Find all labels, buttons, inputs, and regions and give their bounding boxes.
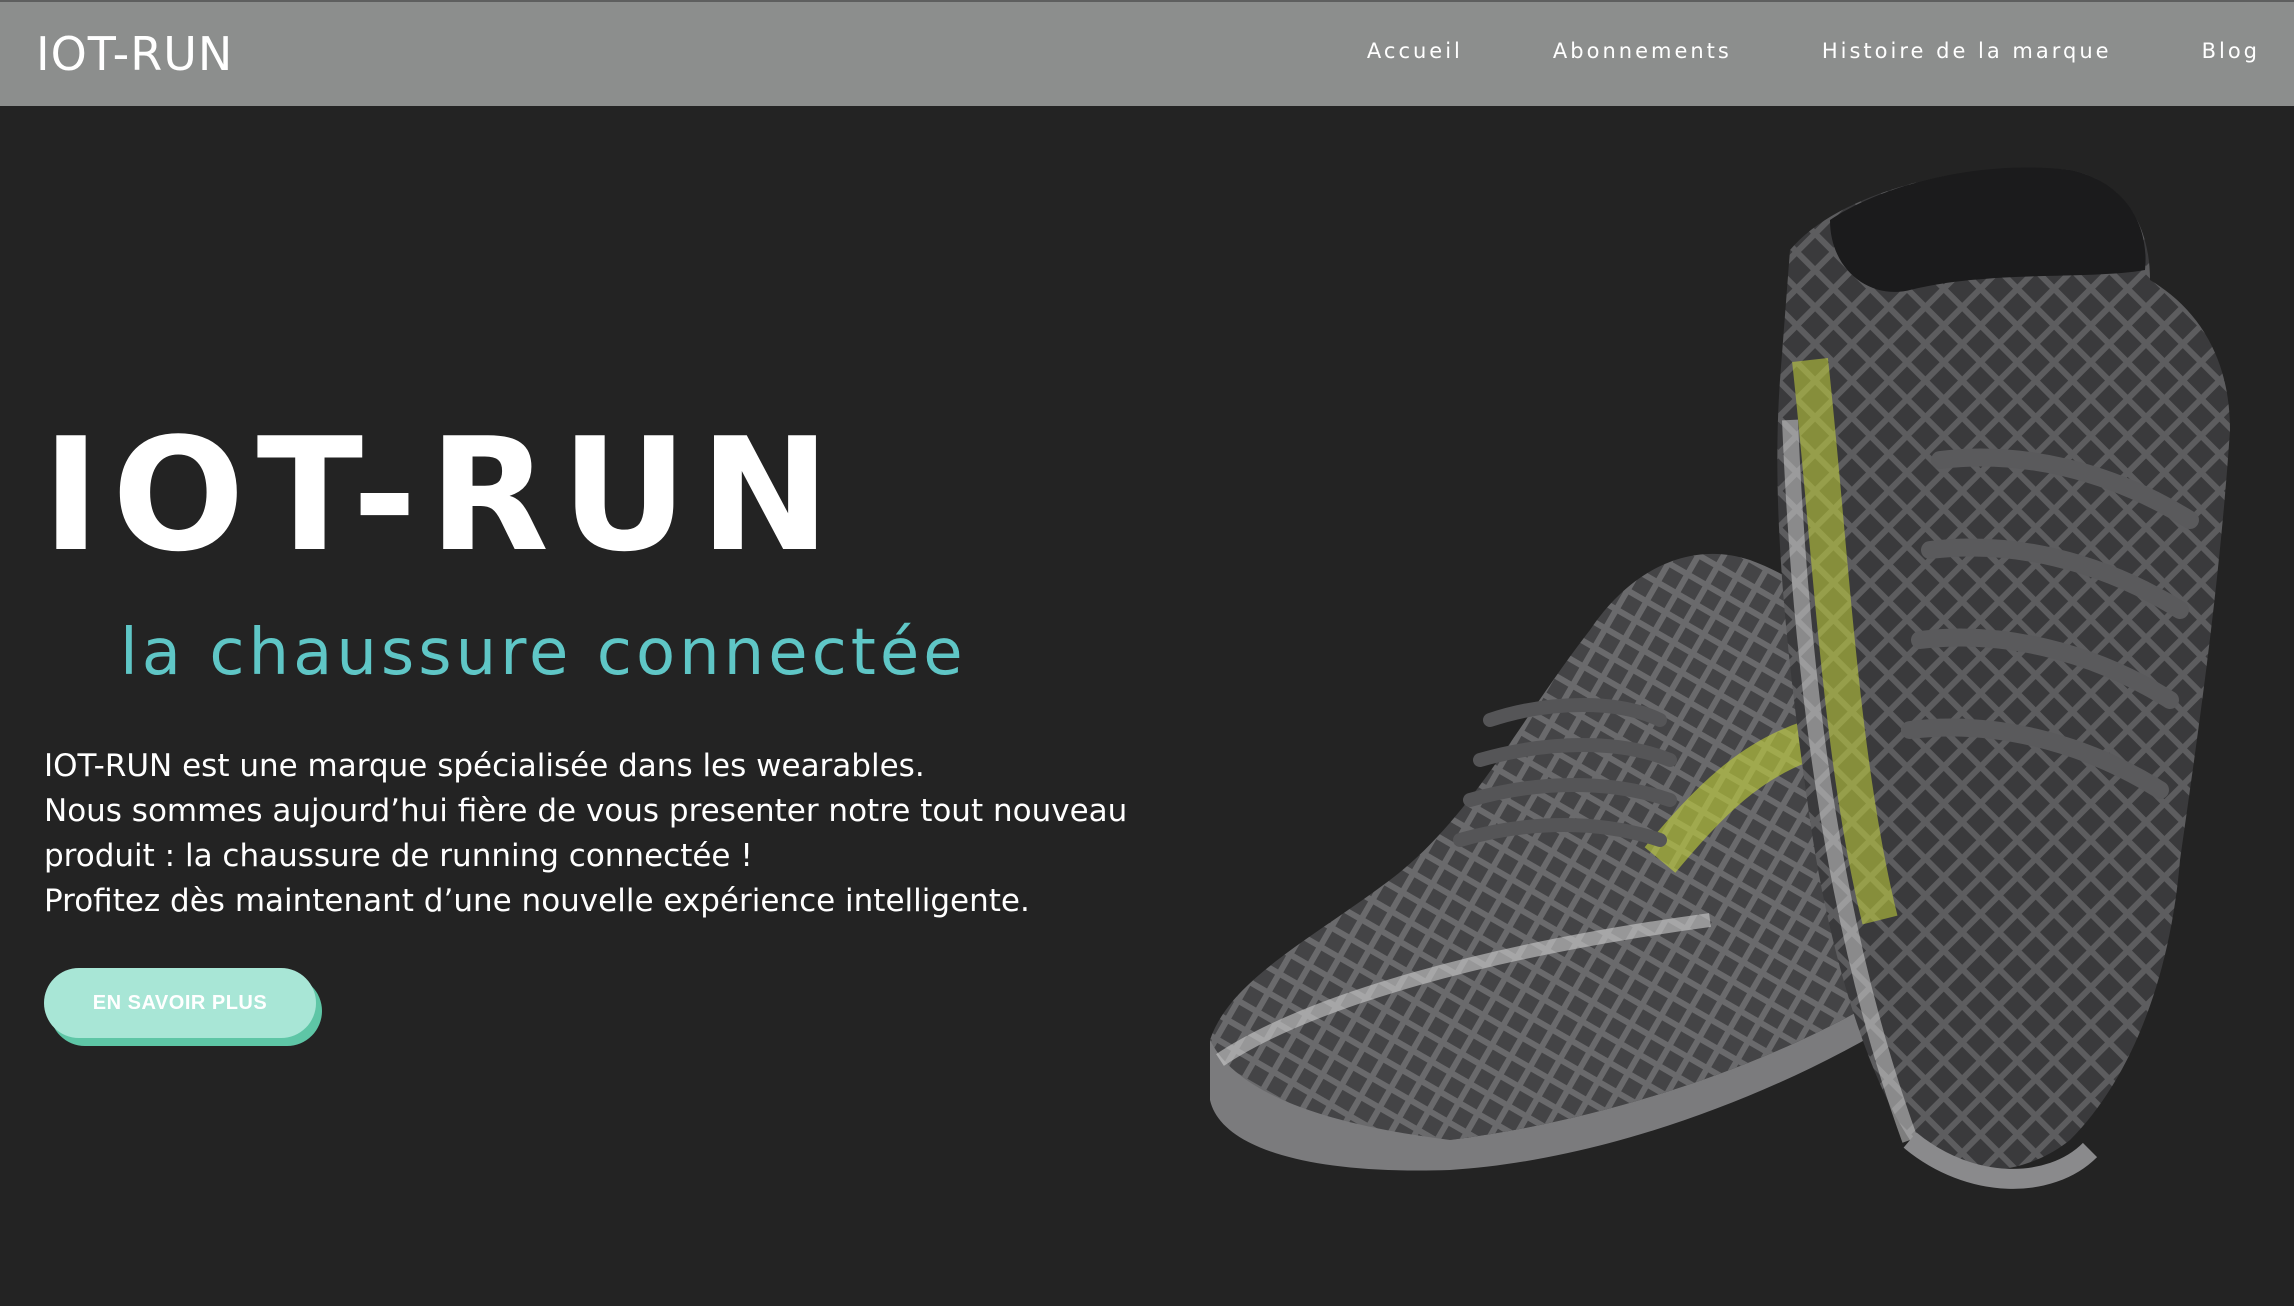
nav-link-blog[interactable]: Blog <box>2202 36 2260 66</box>
nav-link-abonnements[interactable]: Abonnements <box>1553 36 1732 66</box>
nav-link-accueil[interactable]: Accueil <box>1367 36 1463 66</box>
description-line: Profitez dès maintenant d’une nouvelle e… <box>44 883 1030 919</box>
hero-description: IOT-RUN est une marque spécialisée dans … <box>44 744 1144 924</box>
cta-container: EN SAVOIR PLUS <box>44 968 322 1046</box>
main-nav: Accueil Abonnements Histoire de la marqu… <box>1277 36 2260 66</box>
brand-logo[interactable]: IOT-RUN <box>36 26 233 82</box>
description-line: produit : la chaussure de running connec… <box>44 838 753 874</box>
description-line: IOT-RUN est une marque spécialisée dans … <box>44 748 925 784</box>
top-navigation-bar: IOT-RUN Accueil Abonnements Histoire de … <box>0 0 2294 106</box>
hero-subtitle: la chaussure connectée <box>120 616 967 690</box>
description-line: Nous sommes aujourd’hui fière de vous pr… <box>44 793 1128 829</box>
learn-more-button[interactable]: EN SAVOIR PLUS <box>44 968 316 1038</box>
nav-link-histoire[interactable]: Histoire de la marque <box>1822 36 2112 66</box>
running-shoes-image <box>1210 167 2230 1189</box>
hero-title: IOT-RUN <box>42 404 843 586</box>
